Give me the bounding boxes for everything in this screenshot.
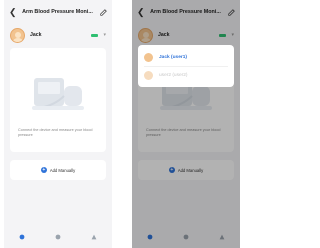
chart-icon <box>55 234 61 240</box>
home-icon <box>19 234 25 240</box>
screen-user-dropdown: ❮ Arm Blood Pressure Moni... Jack ▾ Conn… <box>132 0 240 248</box>
battery-icon <box>91 33 99 37</box>
back-arrow-icon[interactable]: ❮ <box>9 7 17 17</box>
app-header: ❮ Arm Blood Pressure Moni... <box>4 0 112 24</box>
modal-overlay[interactable] <box>132 0 240 248</box>
user-option-user2[interactable]: user2 (user2) <box>144 66 228 83</box>
avatar <box>10 27 25 43</box>
user-dropdown: Jack (user1) user2 (user2) <box>138 45 234 87</box>
tab-data[interactable] <box>55 234 61 241</box>
tab-profile[interactable] <box>91 234 97 241</box>
avatar <box>144 70 153 80</box>
user-option-label: user2 (user2) <box>159 72 188 78</box>
tab-bar <box>4 232 112 248</box>
blood-pressure-monitor-illustration <box>32 78 84 110</box>
user-option-jack[interactable]: Jack (user1) <box>144 49 228 66</box>
chevron-icon[interactable]: ▾ <box>103 32 106 38</box>
edit-icon[interactable] <box>100 8 107 17</box>
user-selector[interactable]: Jack ▾ <box>10 27 106 43</box>
user-name: Jack <box>30 32 42 38</box>
device-card: Connect the device and measure your bloo… <box>10 48 106 152</box>
add-manually-label: Add Manually <box>49 167 76 173</box>
person-icon <box>91 234 97 240</box>
screen-main: ❮ Arm Blood Pressure Moni... Jack ▾ Conn… <box>4 0 112 248</box>
page-title: Arm Blood Pressure Moni... <box>22 9 93 15</box>
user-option-label: Jack (user1) <box>159 55 187 60</box>
plus-circle-icon: + <box>40 167 47 173</box>
connect-instructions: Connect the device and measure your bloo… <box>18 128 93 137</box>
tab-home[interactable] <box>19 234 25 241</box>
add-manually-button[interactable]: + Add Manually <box>10 160 106 180</box>
avatar <box>144 53 153 62</box>
